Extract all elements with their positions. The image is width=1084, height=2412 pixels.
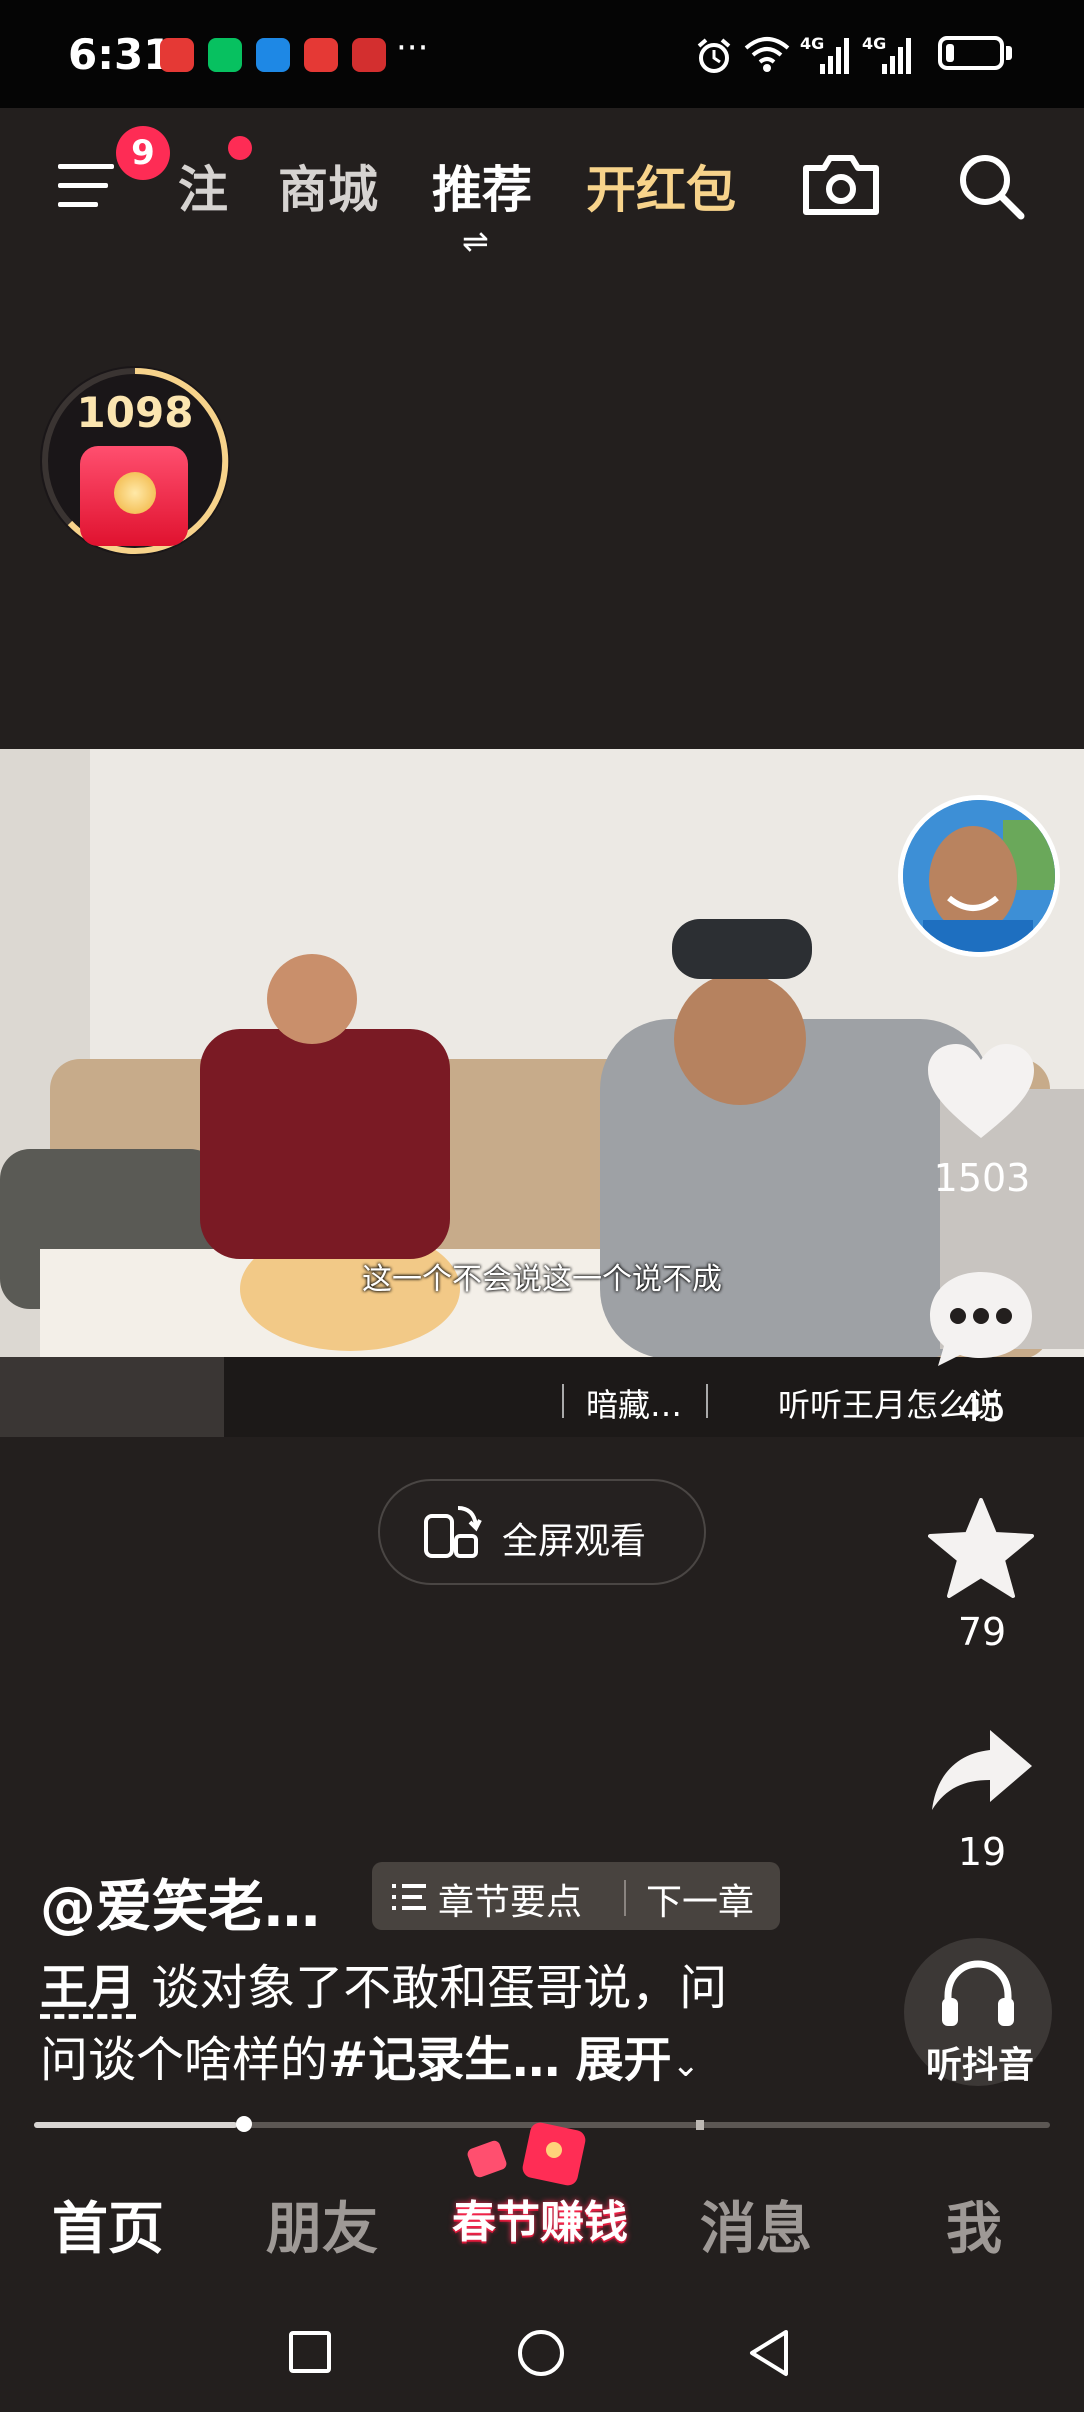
battery-icon: [938, 36, 1004, 70]
strip-divider: [562, 1384, 564, 1418]
tab-mall[interactable]: 商城: [278, 150, 378, 222]
coin-icon: [114, 472, 156, 514]
tab-follow[interactable]: 注: [178, 150, 228, 222]
search-icon[interactable]: [955, 150, 1027, 222]
author-name[interactable]: @爱笑老…: [40, 1862, 320, 1943]
message-app-icon: [256, 38, 290, 72]
chapter-divider: [624, 1880, 626, 1916]
alarm-icon: [697, 38, 731, 73]
shopping-app-icon: [352, 38, 386, 72]
favorite-count: 79: [957, 1610, 1007, 1654]
unread-dot: [228, 136, 252, 160]
headphones-icon: [942, 1960, 1014, 2026]
chapter-points-button[interactable]: 章节要点: [438, 1873, 582, 1925]
author-avatar[interactable]: [898, 795, 1060, 957]
signal-icon: [882, 38, 911, 74]
wifi-icon: [744, 37, 790, 72]
tab-messages[interactable]: 消息: [700, 2184, 812, 2265]
like-icon[interactable]: [926, 1042, 1036, 1142]
video-progress-handle[interactable]: [236, 2116, 252, 2132]
comment-icon[interactable]: [928, 1270, 1034, 1368]
hashtag-link[interactable]: #记录生…: [328, 2032, 560, 2088]
chevron-down-icon[interactable]: ⌄: [672, 2045, 701, 2085]
caption-line-2: 问谈个啥样的#记录生… 展开⌄: [40, 2020, 700, 2090]
avatar-image: [903, 800, 1055, 952]
tab-me[interactable]: 我: [946, 2184, 1002, 2265]
recent-apps-icon[interactable]: [288, 2330, 332, 2374]
strip-item-hidden[interactable]: 暗藏…: [586, 1380, 682, 1426]
rotate-screen-icon: [424, 1506, 482, 1558]
favorite-star-icon[interactable]: [928, 1498, 1034, 1598]
list-icon: [392, 1884, 426, 1910]
reward-count: 1098: [76, 388, 194, 437]
menu-icon[interactable]: [58, 158, 128, 214]
share-count: 19: [957, 1830, 1007, 1874]
promo-label[interactable]: 春节赚钱: [440, 2186, 640, 2250]
strip-divider: [706, 1384, 708, 1418]
back-icon[interactable]: [746, 2328, 792, 2378]
like-count: 1503: [933, 1156, 1031, 1200]
camera-icon[interactable]: [800, 152, 882, 218]
signal-icon: [820, 38, 849, 74]
wechat-app-icon: [208, 38, 242, 72]
battery-tip: [1006, 46, 1012, 60]
more-notifications-icon: ···: [396, 28, 429, 68]
mentioned-user-tag[interactable]: 王月: [40, 1960, 136, 2016]
battery-level: [946, 44, 954, 62]
caption-text: 问谈个啥样的: [40, 2032, 329, 2088]
news-app-icon: [304, 38, 338, 72]
huawei-app-icon: [160, 38, 194, 72]
tab-recommend[interactable]: 推荐: [432, 150, 532, 222]
status-time: 6:31: [68, 30, 173, 79]
next-chapter-button[interactable]: 下一章: [646, 1873, 754, 1925]
strip-thumbnail: [0, 1357, 224, 1437]
switch-feed-icon[interactable]: ⇌: [462, 222, 489, 260]
tab-red-packet[interactable]: 开红包: [586, 150, 736, 222]
comment-count: 45: [957, 1386, 1007, 1430]
home-circle-icon[interactable]: [516, 2328, 566, 2378]
caption-line-1: 王月 谈对象了不敢和蛋哥说，问: [40, 1948, 727, 2018]
expand-caption-button[interactable]: 展开: [576, 2032, 672, 2088]
notification-badge: 9: [116, 126, 170, 180]
video-subtitle: 这一个不会说这一个说不成: [362, 1262, 722, 1297]
listen-label[interactable]: 听抖音: [880, 2036, 1080, 2088]
chapter-marker: [696, 2120, 704, 2130]
caption-text: 谈对象了不敢和蛋哥说，问: [136, 1960, 728, 2016]
tab-home[interactable]: 首页: [52, 2184, 164, 2265]
video-progress-fill: [34, 2122, 238, 2128]
tab-friends[interactable]: 朋友: [266, 2184, 378, 2265]
fullscreen-label: 全屏观看: [502, 1521, 647, 1562]
share-icon[interactable]: [928, 1728, 1034, 1812]
